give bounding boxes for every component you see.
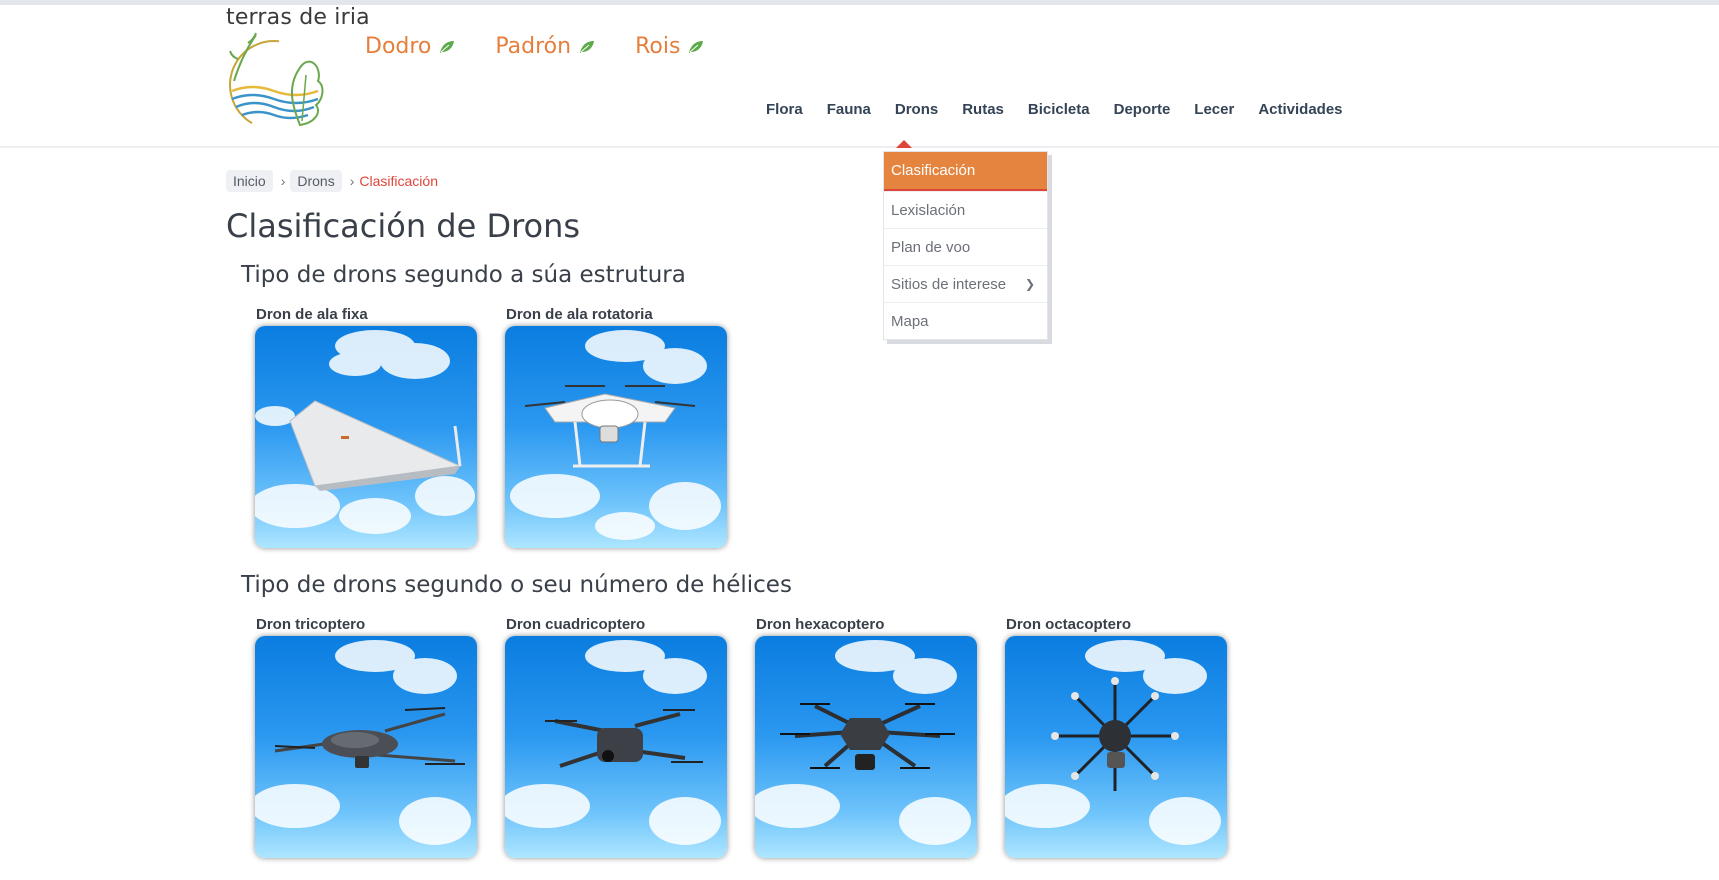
muni-label: Padrón	[495, 34, 572, 59]
dropdown-item-mapa[interactable]: Mapa	[884, 302, 1047, 339]
dropdown-item-plan-de-voo[interactable]: Plan de voo	[884, 228, 1047, 265]
nav-item-lecer[interactable]: Lecer	[1194, 101, 1234, 118]
drone-image[interactable]	[1005, 636, 1227, 858]
drone-image[interactable]	[505, 326, 727, 548]
page-title: Clasificación de Drons	[226, 207, 581, 245]
drone-image[interactable]	[505, 636, 727, 858]
card-label: Dron de ala rotatoria	[506, 306, 653, 323]
muni-label: Dodro	[365, 34, 432, 59]
breadcrumb: Inicio › Drons › Clasificación	[226, 170, 438, 192]
section-title-propellers: Tipo de drons segundo o seu número de hé…	[241, 572, 792, 598]
logo-icon[interactable]	[222, 25, 334, 135]
quadcopter-drone-icon	[510, 330, 721, 540]
breadcrumb-current: Clasificación	[359, 173, 438, 189]
tricopter-drone-icon	[255, 640, 471, 845]
leaf-icon	[580, 40, 595, 53]
municipality-nav: Dodro Padrón Rois	[365, 34, 744, 59]
site-header: terras de iria Dodro Padrón Rois Flora F…	[0, 5, 1719, 148]
hexacopter-drone-icon	[755, 640, 971, 845]
muni-link-dodro[interactable]: Dodro	[365, 34, 455, 59]
card-label: Dron hexacoptero	[756, 616, 885, 633]
dropdown-item-clasificacion[interactable]: Clasificación	[884, 152, 1047, 191]
quadcopter-drone-icon	[505, 640, 721, 845]
drone-card: Dron tricoptero	[255, 616, 479, 858]
card-label: Dron de ala fixa	[256, 306, 368, 323]
drone-image[interactable]	[755, 636, 977, 858]
drone-card: Dron cuadricoptero	[505, 616, 729, 858]
chevron-right-icon: ›	[280, 173, 286, 189]
chevron-right-icon: ›	[349, 173, 355, 189]
breadcrumb-drons[interactable]: Drons	[290, 170, 342, 192]
muni-link-padron[interactable]: Padrón	[495, 34, 595, 59]
main-nav: Flora Fauna Drons Rutas Bicicleta Deport…	[754, 101, 1355, 118]
fixed-wing-drone-icon	[255, 330, 475, 534]
dropdown-caret	[896, 140, 912, 148]
drone-image[interactable]	[255, 636, 477, 858]
drone-card: Dron de ala rotatoria	[505, 306, 729, 548]
nav-item-rutas[interactable]: Rutas	[962, 101, 1004, 118]
drone-image[interactable]	[255, 326, 477, 548]
leaf-icon	[440, 40, 455, 53]
nav-item-drons[interactable]: Drons	[895, 101, 938, 118]
drone-card: Dron octacoptero	[1005, 616, 1229, 858]
muni-label: Rois	[635, 34, 681, 59]
leaf-icon	[689, 40, 704, 53]
card-label: Dron tricoptero	[256, 616, 366, 633]
drons-dropdown-menu: Clasificación Lexislación Plan de voo Si…	[883, 151, 1048, 340]
dropdown-item-lexislacion[interactable]: Lexislación	[884, 191, 1047, 228]
card-label: Dron cuadricoptero	[506, 616, 646, 633]
nav-item-bicicleta[interactable]: Bicicleta	[1028, 101, 1090, 118]
muni-link-rois[interactable]: Rois	[635, 34, 704, 59]
nav-item-fauna[interactable]: Fauna	[827, 101, 871, 118]
drone-card: Dron hexacoptero	[755, 616, 979, 858]
breadcrumb-inicio[interactable]: Inicio	[226, 170, 273, 192]
octocopter-drone-icon	[1005, 640, 1221, 845]
section-title-structure: Tipo de drons segundo a súa estrutura	[241, 262, 686, 288]
nav-item-flora[interactable]: Flora	[766, 101, 803, 118]
nav-item-actividades[interactable]: Actividades	[1258, 101, 1342, 118]
drone-card: Dron de ala fixa	[255, 306, 479, 548]
dropdown-item-sitios-de-interese[interactable]: Sitios de interese ❯	[884, 265, 1047, 302]
dropdown-item-label: Sitios de interese	[891, 276, 1007, 293]
card-label: Dron octacoptero	[1006, 616, 1132, 633]
chevron-down-icon: ❯	[1024, 277, 1035, 291]
nav-item-deporte[interactable]: Deporte	[1114, 101, 1171, 118]
